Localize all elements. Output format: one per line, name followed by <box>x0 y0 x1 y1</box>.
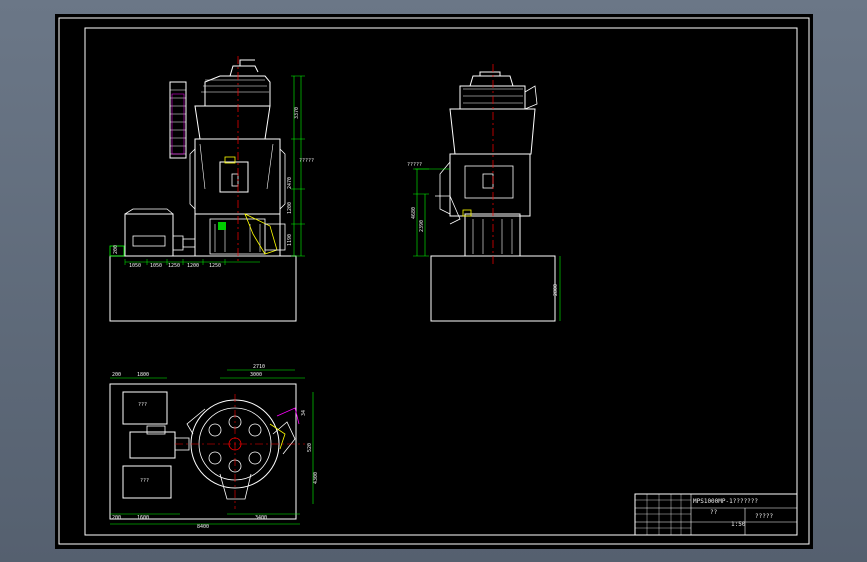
front-dim-v-3: 1190 <box>287 234 293 246</box>
green-marker <box>218 222 226 230</box>
plan-dim-bottom-0: 200 <box>112 515 121 521</box>
cad-viewport[interactable]: 3370 2470 1200 1190 ????? 200 1050 1050 … <box>0 0 867 562</box>
title-block-unit: ????? <box>755 513 773 520</box>
front-dim-v-2: 1200 <box>287 202 293 214</box>
plan-dim-right-1: 520 <box>307 443 313 452</box>
plan-box-label-0: ??? <box>138 402 147 408</box>
plan-box-label-1: ??? <box>140 478 149 484</box>
side-dim-v-2: 2800 <box>553 284 559 296</box>
plan-dim-bottom-3: 3400 <box>255 515 267 521</box>
front-dim-h-2: 1250 <box>168 263 180 269</box>
plan-view: ??? ??? 200 1800 2710 3000 34 520 4300 2… <box>109 364 319 530</box>
front-dim-v-0: 3370 <box>294 107 300 119</box>
title-block-subtitle: ?? <box>710 509 718 516</box>
front-label-0: 200 <box>113 245 119 254</box>
front-dim-h-0: 1050 <box>129 263 141 269</box>
motor <box>124 213 174 257</box>
drawing-sheet: 3370 2470 1200 1190 ????? 200 1050 1050 … <box>55 14 813 549</box>
front-dim-h-4: 1250 <box>209 263 221 269</box>
side-top-label: ????? <box>407 162 422 168</box>
plan-dim-bottom-2: 8400 <box>197 524 209 530</box>
plan-dim-top-3: 3000 <box>250 372 262 378</box>
plan-dim-bottom-1: 1600 <box>137 515 149 521</box>
inner-border <box>84 27 798 536</box>
title-block-title: MPS1000MP-1??????? <box>693 498 758 505</box>
drawing-canvas: 3370 2470 1200 1190 ????? 200 1050 1050 … <box>58 17 810 545</box>
side-foundation <box>430 255 556 322</box>
plan-dim-right-2: 4300 <box>313 472 319 484</box>
plan-dim-right-0: 34 <box>301 410 307 416</box>
side-dim-v-0: 4680 <box>411 207 417 219</box>
side-dim-v-1: 2390 <box>419 220 425 232</box>
title-block-scale: 1:50 <box>731 521 746 528</box>
side-view: ????? 4680 2390 2800 <box>407 64 561 322</box>
outer-border <box>58 17 810 545</box>
front-dim-v-1: 2470 <box>287 177 293 189</box>
front-view: 3370 2470 1200 1190 ????? 200 1050 1050 … <box>109 56 314 322</box>
front-dim-h-3: 1200 <box>187 263 199 269</box>
front-label-1: ????? <box>299 158 314 164</box>
plan-dim-top-0: 200 <box>112 372 121 378</box>
plan-dim-top-2: 2710 <box>253 364 265 370</box>
title-block: MPS1000MP-1??????? ?? ????? 1:50 <box>634 493 798 536</box>
plan-dim-top-1: 1800 <box>137 372 149 378</box>
front-dim-h-1: 1050 <box>150 263 162 269</box>
